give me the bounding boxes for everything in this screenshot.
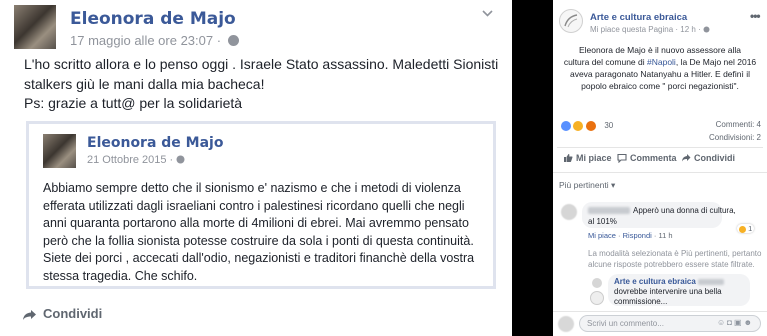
commenter-avatar[interactable] xyxy=(561,204,577,220)
shared-post-text: Abbiamo sempre detto che il sionismo e' … xyxy=(43,180,491,285)
thumbs-up-icon xyxy=(564,154,573,162)
page-meta: Mi piace questa Pagina · 12 h · xyxy=(590,25,710,34)
comment-bubble: Apperò una donna di cultura, al 101% xyxy=(582,202,736,228)
author-avatar[interactable] xyxy=(14,5,56,49)
shared-text-line: stessa tragedia. Che schifo. xyxy=(43,268,198,283)
post-text-line: L'ho scritto allora e lo penso oggi . Is… xyxy=(24,56,499,72)
post-date[interactable]: 17 maggio alle ore 23:07 · xyxy=(70,33,240,48)
filter-notice: La modalità selezionata è Più pertinenti… xyxy=(588,248,763,270)
page-name[interactable]: Arte e cultura ebraica xyxy=(590,12,687,23)
comments-count[interactable]: Commenti: 4 xyxy=(709,118,761,131)
reactions-summary[interactable]: 30 xyxy=(561,117,613,135)
comment-reaction-badge[interactable]: 1 xyxy=(737,224,755,233)
reply-line: Arte e cultura ebraica xyxy=(614,277,744,287)
reply-line: dovrebbe intervenire una bella xyxy=(614,287,722,296)
comment-reply-link[interactable]: Rispondi xyxy=(623,231,652,240)
globe-icon xyxy=(703,26,710,33)
page-post-header: Arte e cultura ebraica Mi piace questa P… xyxy=(559,9,763,39)
comment-button[interactable]: Commenta xyxy=(617,153,677,164)
reply-author[interactable]: Arte e cultura ebraica xyxy=(614,277,696,286)
like-reaction-icon xyxy=(561,120,571,131)
shared-author-avatar[interactable] xyxy=(43,134,76,168)
post-actions: Mi piace Commenta Condividi xyxy=(553,153,767,167)
comment-label: Commenta xyxy=(630,153,677,163)
page-avatar[interactable] xyxy=(559,9,583,33)
comment-tools: ☺◘▣☻ xyxy=(717,318,754,327)
comment-actions: Mi piace · Rispondi · 11 h xyxy=(588,231,673,240)
page-text-line: cultura del comune di #Napoli, la De Maj… xyxy=(553,56,767,68)
divider xyxy=(553,311,767,312)
comment-time[interactable]: 11 h xyxy=(658,231,672,240)
post-text-line: stalkers giù le mani dalla mia bacheca! xyxy=(24,75,265,92)
post-stats: Commenti: 4 Condivisioni: 2 xyxy=(709,118,761,144)
hashtag-link[interactable]: #Napoli xyxy=(647,57,676,67)
comment-input[interactable]: Scrivi un commento... ☺◘▣☻ xyxy=(579,315,761,332)
share-label: Condividi xyxy=(43,306,103,321)
globe-icon xyxy=(228,35,240,46)
more-options-icon[interactable]: ••• xyxy=(750,9,761,23)
comment-reaction-count: 1 xyxy=(748,224,753,233)
divider xyxy=(553,172,767,173)
like-label: Mi piace xyxy=(576,153,612,163)
post-text-line: Ps: grazie a tutt@ per la solidarietà xyxy=(24,95,243,111)
divider xyxy=(557,147,763,148)
shared-post[interactable]: Eleonora de Majo 21 Ottobre 2015 · Abbia… xyxy=(26,121,496,289)
shared-text-line: Siete dei porci , accecati dall'odio, ne… xyxy=(43,251,475,265)
emoji-icon[interactable]: ☺ xyxy=(717,318,727,327)
share-button[interactable]: Condividi xyxy=(681,153,735,163)
page-logo-icon xyxy=(564,14,578,28)
notice-line: La modalità selezionata è Più pertinenti… xyxy=(588,249,762,258)
sticker-icon[interactable]: ☻ xyxy=(744,318,754,327)
reply-thread-avatar xyxy=(592,278,602,288)
shares-count[interactable]: Condivisioni: 2 xyxy=(709,131,761,144)
haha-reaction-icon xyxy=(739,225,746,233)
angry-reaction-icon xyxy=(585,120,596,131)
page-text-line: aveva paragonato Natanyahu a Hitler. E d… xyxy=(569,69,751,79)
shared-text-line: però che la follia sionista potesse cost… xyxy=(43,233,474,248)
post-text: L'ho scritto allora e lo penso oggi . Is… xyxy=(24,55,499,114)
globe-icon xyxy=(176,155,185,164)
page-avatar-small[interactable] xyxy=(590,291,604,305)
page-text-segment: cultura del comune di xyxy=(563,57,647,67)
page-text-line: popolo ebraico come " porci negazionisti… xyxy=(581,81,739,91)
like-button[interactable]: Mi piace xyxy=(563,153,612,163)
author-name[interactable]: Eleonora de Majo xyxy=(70,9,236,29)
shared-text-line: Abbiamo sempre detto che il sionismo e' … xyxy=(43,181,461,195)
shared-text-line: anni quaranta portarono alla morte di 4m… xyxy=(43,216,469,230)
comment-placeholder: Scrivi un commento... xyxy=(587,319,664,328)
reply-bubble: Arte e cultura ebraica dovrebbe interven… xyxy=(608,274,750,306)
comment-like-link[interactable]: Mi piace xyxy=(588,231,616,240)
share-arrow-icon xyxy=(682,154,691,162)
shared-post-date[interactable]: 21 Ottobre 2015 · xyxy=(87,154,185,166)
page-post-text: Eleonora de Majo è il nuovo assessore al… xyxy=(553,44,767,92)
page-meta-text: Mi piace questa Pagina · 12 h · xyxy=(590,25,701,34)
mention-blurred xyxy=(698,278,725,285)
shared-text-line: efferata utilizzati dagli israeliani con… xyxy=(43,198,465,213)
gif-icon[interactable]: ▣ xyxy=(734,318,744,327)
share-label: Condividi xyxy=(694,153,735,163)
comment-line: Apperò una donna di cultura, xyxy=(588,205,736,216)
chevron-down-icon[interactable] xyxy=(482,10,493,17)
current-user-avatar xyxy=(558,316,574,332)
left-post: Eleonora de Majo 17 maggio alle ore 23:0… xyxy=(0,0,512,336)
commenter-name-blurred[interactable] xyxy=(588,207,630,215)
reaction-count: 30 xyxy=(604,121,614,131)
shared-date-text[interactable]: 21 Ottobre 2015 · xyxy=(87,154,173,166)
right-post: Arte e cultura ebraica Mi piace questa P… xyxy=(553,0,767,336)
shared-author-name[interactable]: Eleonora de Majo xyxy=(87,135,223,151)
comment-icon xyxy=(617,153,627,164)
comment-filter-dropdown[interactable]: Più pertinenti ▾ xyxy=(559,180,615,191)
reply-line: commissione... xyxy=(614,297,668,306)
comment-text: Apperò una donna di cultura, xyxy=(633,206,736,215)
page-text-line: Eleonora de Majo è il nuovo assessore al… xyxy=(578,45,742,55)
share-arrow-icon xyxy=(23,309,36,320)
page-text-segment: , la De Majo nel 2016 xyxy=(675,57,757,67)
post-date-text[interactable]: 17 maggio alle ore 23:07 · xyxy=(70,33,221,48)
notice-line: alcune risposte potrebbero essere state … xyxy=(588,260,755,269)
haha-reaction-icon xyxy=(573,120,584,131)
share-button[interactable]: Condividi xyxy=(22,306,502,321)
camera-icon[interactable]: ◘ xyxy=(727,318,734,327)
comment-line: al 101% xyxy=(588,217,617,226)
